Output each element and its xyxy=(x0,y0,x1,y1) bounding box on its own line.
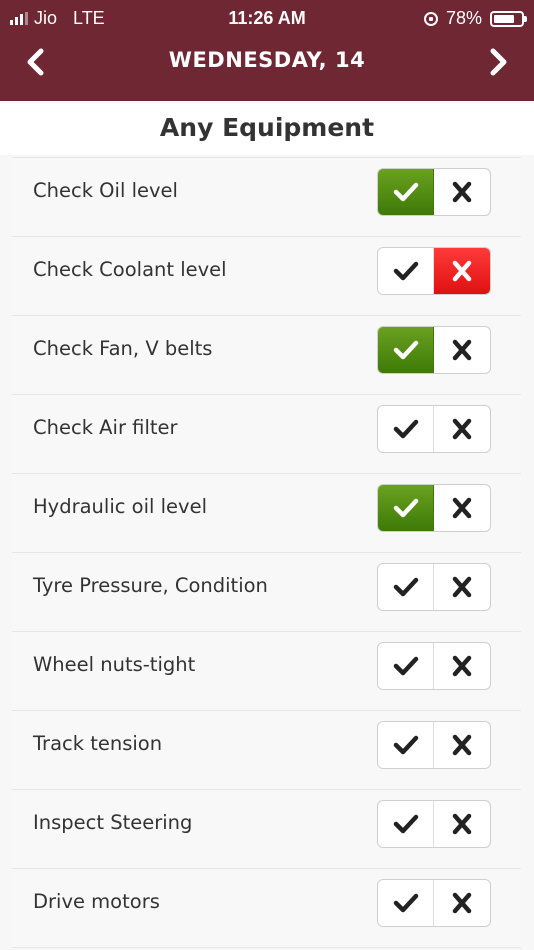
checklist-item-label: Check Air filter xyxy=(33,416,178,439)
checklist-item: Inspect Steering xyxy=(12,790,521,869)
fail-button[interactable] xyxy=(434,169,490,215)
fail-button[interactable] xyxy=(434,485,490,531)
cross-icon xyxy=(452,813,472,835)
checklist-item: Check Fan, V belts xyxy=(12,316,521,395)
cross-icon xyxy=(452,655,472,677)
section-title: Any Equipment xyxy=(0,101,534,155)
checklist-item: Drive motors xyxy=(12,869,521,948)
check-icon xyxy=(393,498,418,518)
pass-button[interactable] xyxy=(378,327,434,373)
check-icon xyxy=(393,735,418,755)
checklist-item-label: Check Coolant level xyxy=(33,258,227,281)
checklist-item: Check Air filter xyxy=(12,395,521,474)
battery-icon xyxy=(490,10,527,27)
pass-fail-toggle xyxy=(377,642,491,690)
fail-button[interactable] xyxy=(434,406,490,452)
date-title: WEDNESDAY, 14 xyxy=(168,48,366,72)
pass-button[interactable] xyxy=(378,801,434,847)
check-icon xyxy=(393,340,418,360)
cross-icon xyxy=(452,181,472,203)
pass-button[interactable] xyxy=(378,722,434,768)
check-icon xyxy=(393,893,418,913)
pass-fail-toggle xyxy=(377,484,491,532)
pass-button[interactable] xyxy=(378,564,434,610)
cross-icon xyxy=(452,734,472,756)
cross-icon xyxy=(452,892,472,914)
pass-button[interactable] xyxy=(378,485,434,531)
pass-fail-toggle xyxy=(377,326,491,374)
cross-icon xyxy=(452,576,472,598)
checklist-item-label: Check Oil level xyxy=(33,179,178,202)
check-icon xyxy=(393,814,418,834)
checklist-item-label: Wheel nuts-tight xyxy=(33,653,196,676)
pass-button[interactable] xyxy=(378,406,434,452)
pass-button[interactable] xyxy=(378,248,434,294)
check-icon xyxy=(393,182,418,202)
pass-button[interactable] xyxy=(378,880,434,926)
pass-fail-toggle xyxy=(377,721,491,769)
checklist-item-label: Hydraulic oil level xyxy=(33,495,207,518)
checklist-item-label: Tyre Pressure, Condition xyxy=(33,574,268,597)
cross-icon xyxy=(452,339,472,361)
checklist-item: Check Coolant level xyxy=(12,237,521,316)
fail-button[interactable] xyxy=(434,643,490,689)
checklist-item-label: Inspect Steering xyxy=(33,811,193,834)
pass-fail-toggle xyxy=(377,800,491,848)
pass-fail-toggle xyxy=(377,247,491,295)
pass-button[interactable] xyxy=(378,643,434,689)
fail-button[interactable] xyxy=(434,248,490,294)
top-bar: Jio LTE 11:26 AM 78% WEDNESDAY, 14 xyxy=(0,0,534,101)
date-navigation: WEDNESDAY, 14 xyxy=(0,40,534,84)
pass-fail-toggle xyxy=(377,168,491,216)
pass-fail-toggle xyxy=(377,563,491,611)
checklist-item: Track tension xyxy=(12,711,521,790)
cross-icon xyxy=(452,497,472,519)
check-icon xyxy=(393,577,418,597)
pass-button[interactable] xyxy=(378,169,434,215)
checklist: Check Oil level Check Coolant level Check … xyxy=(12,157,521,948)
checklist-item: Check Oil level xyxy=(12,158,521,237)
next-day-button[interactable] xyxy=(482,46,514,78)
fail-button[interactable] xyxy=(434,564,490,610)
status-right: 78% xyxy=(423,8,527,29)
cross-icon xyxy=(452,260,472,282)
battery-percent: 78% xyxy=(445,8,482,28)
pass-fail-toggle xyxy=(377,879,491,927)
fail-button[interactable] xyxy=(434,327,490,373)
fail-button[interactable] xyxy=(434,880,490,926)
fail-button[interactable] xyxy=(434,801,490,847)
checklist-item-label: Track tension xyxy=(33,732,163,755)
check-icon xyxy=(393,261,418,281)
orientation-lock-icon xyxy=(423,11,438,26)
checklist-item: Hydraulic oil level xyxy=(12,474,521,553)
status-bar: Jio LTE 11:26 AM 78% xyxy=(0,0,534,38)
checklist-item: Wheel nuts-tight xyxy=(12,632,521,711)
fail-button[interactable] xyxy=(434,722,490,768)
pass-fail-toggle xyxy=(377,405,491,453)
checklist-item: Tyre Pressure, Condition xyxy=(12,553,521,632)
chevron-right-icon xyxy=(490,48,507,76)
checklist-item-label: Drive motors xyxy=(33,890,160,913)
check-icon xyxy=(393,419,418,439)
checklist-item-label: Check Fan, V belts xyxy=(33,337,213,360)
check-icon xyxy=(393,656,418,676)
cross-icon xyxy=(452,418,472,440)
